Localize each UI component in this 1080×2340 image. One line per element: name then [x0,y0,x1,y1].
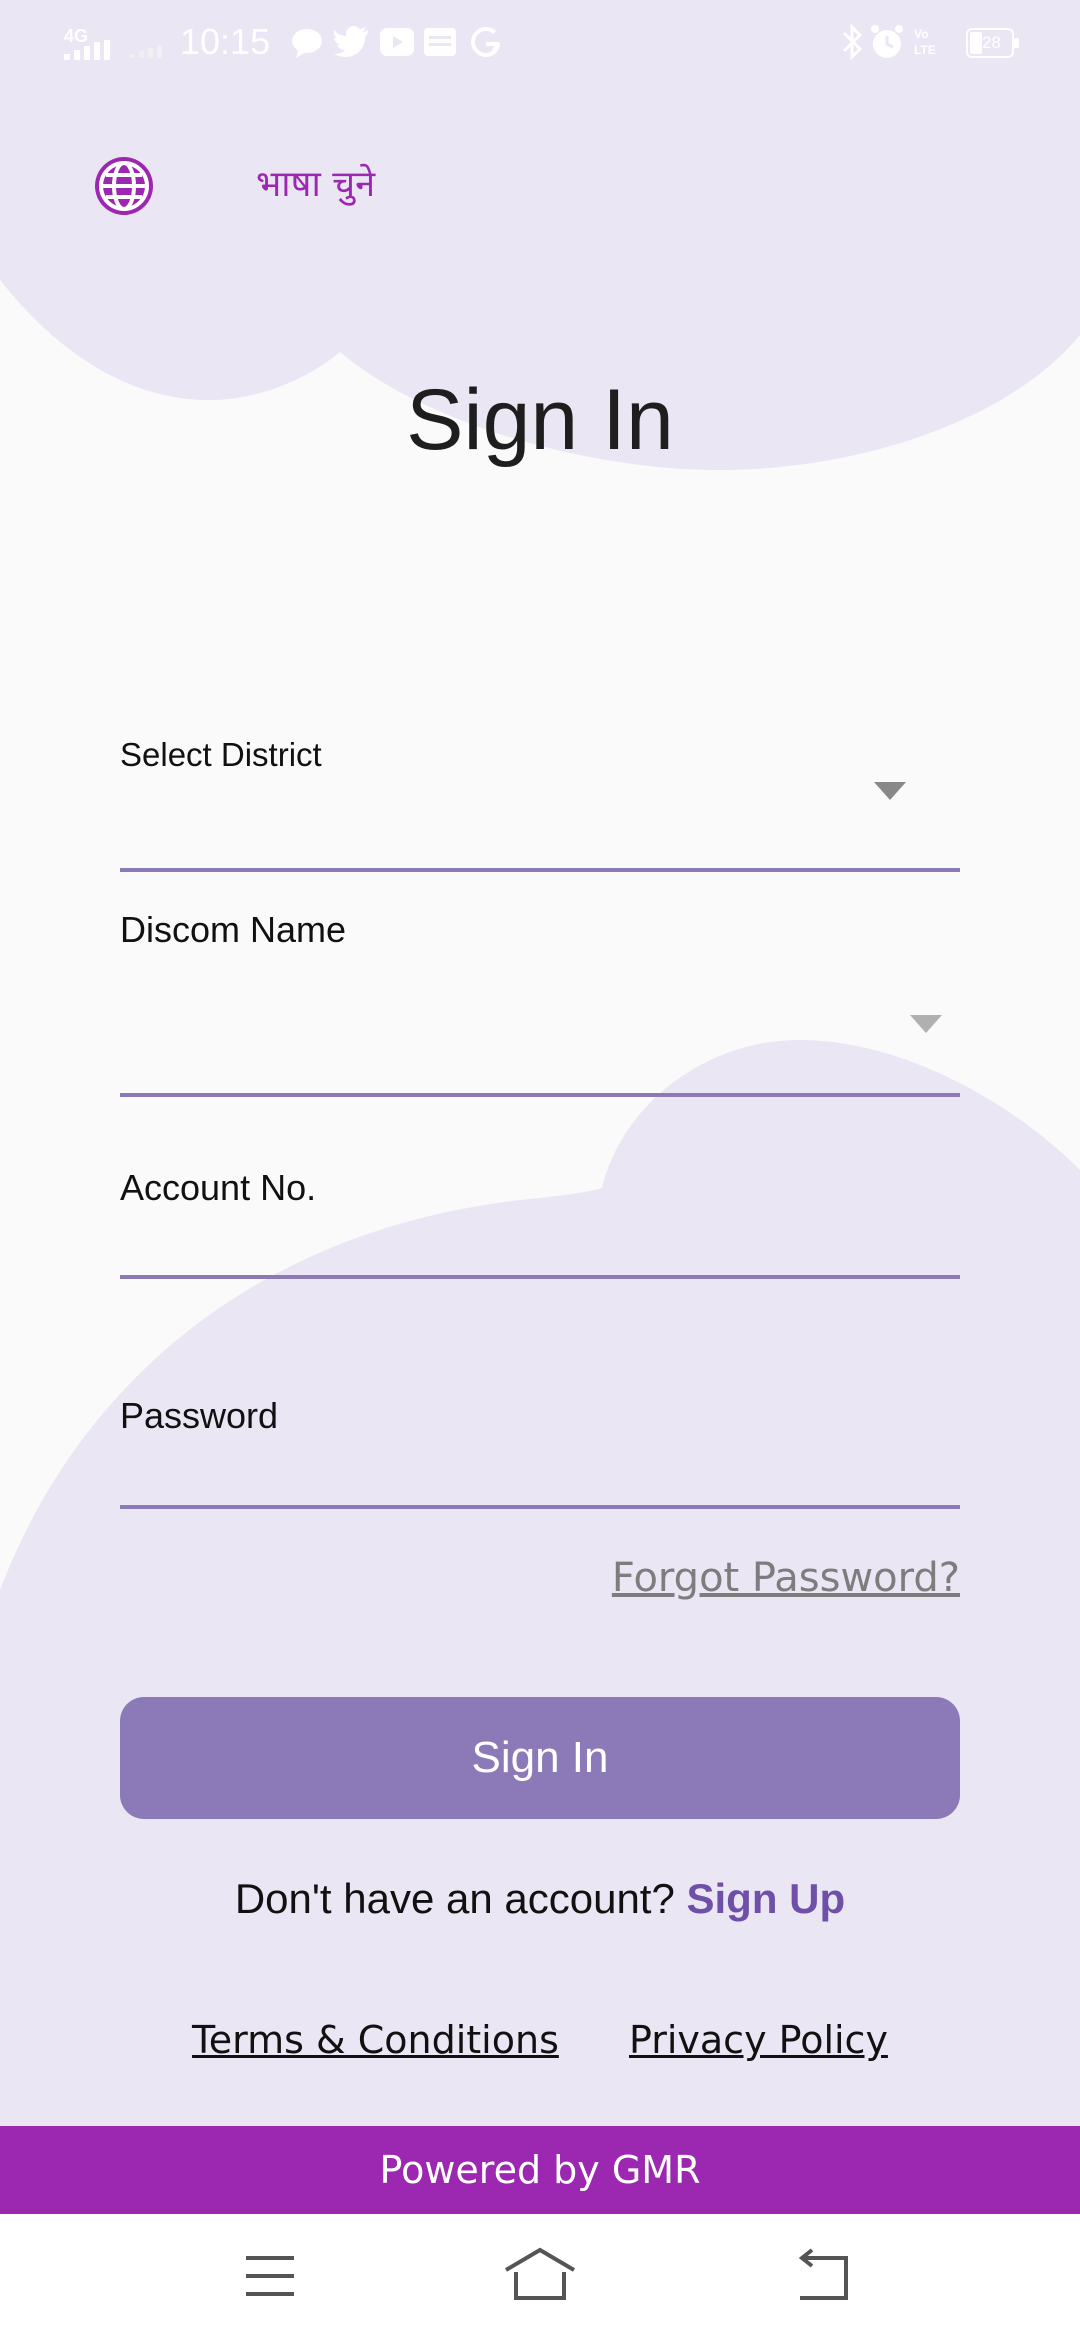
news-icon [424,28,456,56]
chevron-down-icon [910,1015,942,1033]
alarm-icon [871,25,903,58]
twitter-icon [334,26,368,57]
sign-up-link[interactable]: Sign Up [687,1875,846,1922]
globe-icon [95,157,153,215]
language-label[interactable]: भाषा चुने [256,158,375,207]
account-field[interactable]: Account No. [120,1163,960,1283]
password-field[interactable]: Password [120,1391,960,1511]
account-input[interactable] [120,1213,924,1275]
google-icon [471,27,500,57]
bluetooth-icon [842,24,863,60]
signal-icon-secondary [130,45,162,58]
volte-icon: Vo LTE [914,27,936,57]
password-input[interactable] [120,1441,924,1503]
footer-bar: Powered by GMR [0,2126,1080,2214]
signup-row: Don't have an account? Sign Up [0,1875,1080,1923]
navigation-bar [0,2214,1080,2340]
account-underline [120,1275,960,1279]
password-underline [120,1505,960,1509]
youtube-icon [380,28,414,56]
terms-link[interactable]: Terms & Conditions [192,2018,559,2062]
chat-icon [292,29,322,58]
privacy-link[interactable]: Privacy Policy [629,2018,888,2062]
status-bar: 4G 10:15 Vo LTE 28 [0,0,1080,86]
discom-underline [120,1093,960,1097]
discom-label: Discom Name [120,909,347,950]
menu-icon[interactable] [230,2244,310,2308]
account-label: Account No. [120,1167,317,1208]
discom-dropdown[interactable]: Discom Name [120,905,960,1101]
language-selector[interactable]: भाषा चुने [92,150,412,222]
chevron-down-icon [874,782,906,800]
district-dropdown[interactable]: Select District [120,730,960,876]
svg-text:LTE: LTE [914,43,936,57]
legal-links: Terms & Conditions Privacy Policy [0,2018,1080,2062]
footer-text: Powered by GMR [379,2148,701,2192]
sign-in-button[interactable]: Sign In [120,1697,960,1819]
password-label: Password [120,1395,279,1436]
forgot-password-link[interactable]: Forgot Password? [612,1555,960,1601]
signal-icon [64,40,110,60]
battery-level: 28 [982,33,1001,52]
back-icon[interactable] [784,2244,864,2308]
district-underline [120,868,960,872]
home-icon[interactable] [500,2244,580,2308]
svg-text:Vo: Vo [914,27,928,41]
signup-prompt: Don't have an account? [234,1875,675,1922]
page-title: Sign In [406,372,674,468]
status-time: 10:15 [180,21,271,62]
district-label: Select District [120,736,322,773]
signin-screen: 4G 10:15 Vo LTE 28 भाषा चुने Sign In Sel… [0,0,1080,2340]
